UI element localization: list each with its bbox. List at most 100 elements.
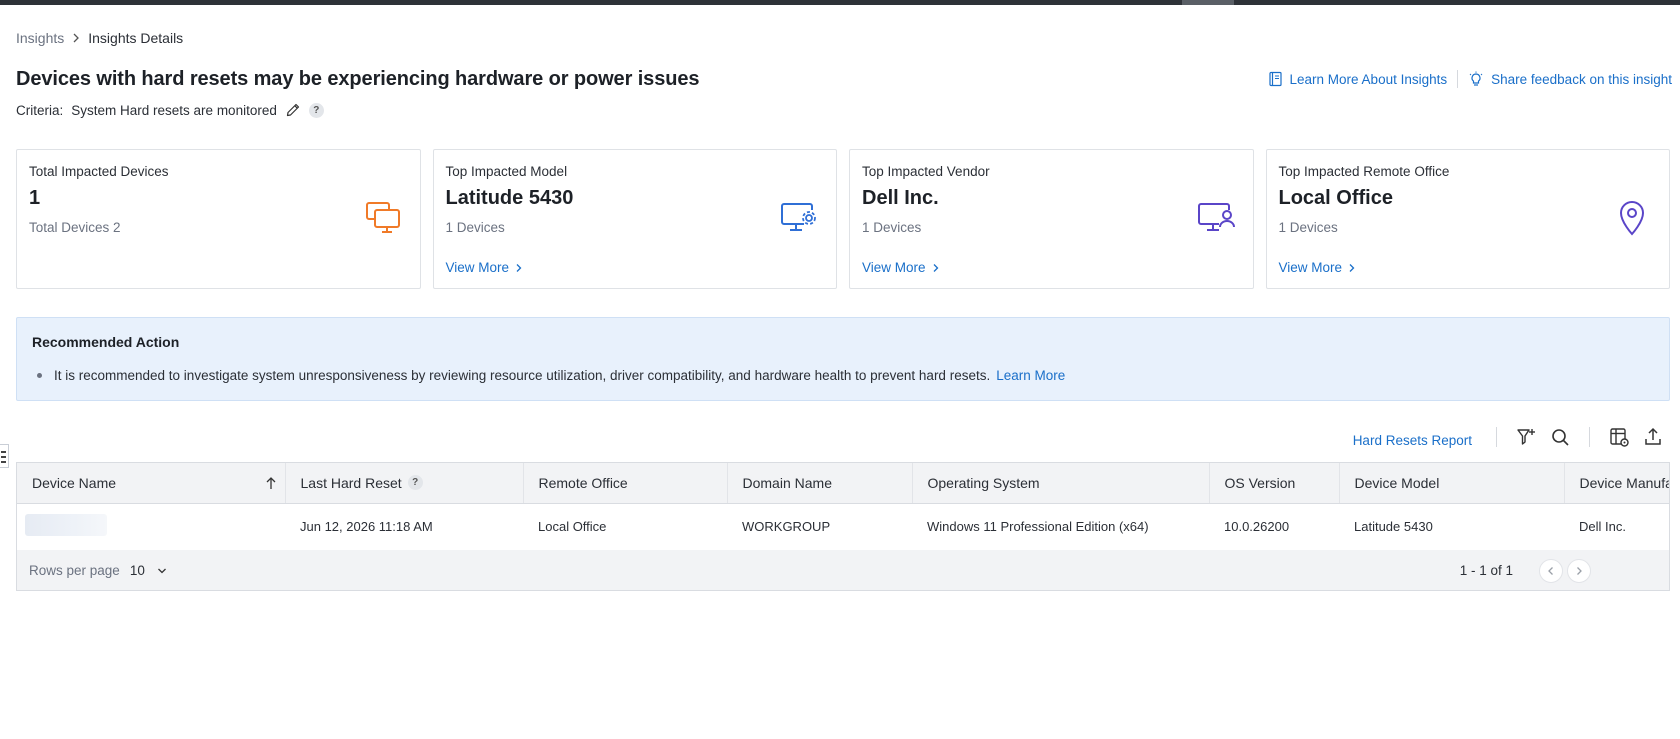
- card-value: Latitude 5430: [445, 187, 574, 209]
- filter-add-icon[interactable]: [1515, 426, 1537, 448]
- previous-page-button[interactable]: [1539, 558, 1563, 583]
- card-value: Local Office: [1278, 187, 1393, 209]
- cell-operating-system: Windows 11 Professional Edition (x64): [912, 503, 1209, 551]
- column-header-device-model[interactable]: Device Model: [1339, 463, 1565, 504]
- chevron-down-icon: [157, 568, 166, 573]
- top-bar-segment: [1182, 0, 1234, 5]
- card-total-impacted-devices: Total Impacted Devices 1 Total Devices 2: [16, 149, 421, 289]
- cell-device-manufacturer: Dell Inc.: [1564, 503, 1669, 551]
- breadcrumb: Insights Insights Details: [16, 30, 183, 46]
- cell-device-name[interactable]: [17, 503, 285, 551]
- column-settings-icon[interactable]: [1608, 426, 1630, 448]
- card-label: Top Impacted Model: [445, 164, 568, 179]
- help-icon[interactable]: ?: [308, 102, 324, 118]
- chevron-right-icon: [1349, 263, 1355, 272]
- breadcrumb-current: Insights Details: [88, 30, 184, 46]
- summary-cards: Total Impacted Devices 1 Total Devices 2…: [16, 149, 1670, 289]
- card-value: 1: [29, 187, 41, 209]
- view-more-label: View More: [445, 260, 510, 275]
- chevron-right-icon: [73, 33, 80, 43]
- redacted-device-name: [25, 514, 107, 536]
- chevron-right-icon: [933, 263, 938, 272]
- column-label: Device Name: [32, 474, 117, 491]
- help-icon[interactable]: ?: [407, 475, 423, 491]
- recommended-action-panel: Recommended Action It is recommended to …: [16, 317, 1670, 401]
- table-header-row: Device Name Last Hard Reset ? Remote Off…: [17, 463, 1669, 504]
- header-links: Learn More About Insights Share feedback…: [1268, 70, 1672, 88]
- criteria-value: System Hard resets are monitored: [71, 102, 277, 118]
- page-range: 1 - 1 of 1: [1459, 563, 1513, 578]
- cell-device-model: Latitude 5430: [1339, 503, 1564, 551]
- table-row[interactable]: Jun 12, 2026 11:18 AM Local Office WORKG…: [17, 503, 1669, 551]
- card-label: Total Impacted Devices: [29, 164, 169, 179]
- divider: [1589, 427, 1590, 447]
- multi-monitor-icon: [365, 202, 400, 233]
- learn-more-link[interactable]: Learn More: [996, 368, 1065, 383]
- monitor-gear-icon: [781, 203, 816, 231]
- top-bar: [0, 0, 1680, 5]
- share-feedback-label: Share feedback on this insight: [1491, 71, 1672, 87]
- card-label: Top Impacted Vendor: [862, 164, 990, 179]
- bullet: [37, 373, 42, 378]
- card-top-impacted-model: Top Impacted Model Latitude 5430 1 Devic…: [432, 149, 837, 289]
- rows-per-page-select[interactable]: 10: [130, 563, 167, 578]
- criteria-row: Criteria: System Hard resets are monitor…: [16, 102, 324, 118]
- rows-per-page-value: 10: [129, 563, 145, 578]
- column-header-operating-system[interactable]: Operating System: [912, 463, 1210, 504]
- search-icon[interactable]: [1549, 426, 1571, 448]
- location-pin-icon: [1619, 201, 1645, 236]
- divider: [1457, 70, 1459, 88]
- next-page-button[interactable]: [1567, 558, 1591, 583]
- chevron-right-icon: [516, 263, 522, 272]
- recommendation-text: It is recommended to investigate system …: [54, 368, 991, 383]
- sort-ascending-icon[interactable]: [265, 476, 277, 490]
- view-more-label: View More: [862, 260, 926, 275]
- edit-criteria-button[interactable]: [285, 102, 301, 118]
- export-icon[interactable]: [1642, 426, 1664, 448]
- chevron-right-icon: [1577, 566, 1582, 575]
- sidebar-toggle[interactable]: [0, 444, 9, 468]
- column-label: Last Hard Reset: [300, 474, 402, 491]
- cell-remote-office: Local Office: [523, 503, 727, 551]
- column-header-os-version[interactable]: OS Version: [1209, 463, 1340, 504]
- view-more-label: View More: [1278, 260, 1343, 275]
- devices-table: Device Name Last Hard Reset ? Remote Off…: [16, 462, 1670, 591]
- card-subtext: 1 Devices: [445, 220, 505, 235]
- criteria-label: Criteria:: [16, 102, 64, 118]
- view-more-model-link[interactable]: View More: [446, 260, 525, 275]
- breadcrumb-insights[interactable]: Insights: [16, 30, 64, 46]
- share-feedback-link[interactable]: Share feedback on this insight: [1468, 71, 1672, 87]
- rows-per-page-label: Rows per page: [29, 563, 120, 578]
- view-more-vendor-link[interactable]: View More: [862, 260, 941, 275]
- page-title: Devices with hard resets may be experien…: [16, 68, 700, 90]
- chevron-left-icon: [1548, 566, 1553, 575]
- learn-more-insights-label: Learn More About Insights: [1289, 71, 1448, 87]
- card-top-impacted-remote-office: Top Impacted Remote Office Local Office …: [1265, 149, 1670, 289]
- card-label: Top Impacted Remote Office: [1278, 164, 1450, 179]
- cell-domain-name: WORKGROUP: [727, 503, 912, 551]
- card-top-impacted-vendor: Top Impacted Vendor Dell Inc. 1 Devices …: [849, 149, 1254, 289]
- recommended-action-title: Recommended Action: [32, 334, 180, 350]
- column-header-device-name[interactable]: Device Name: [17, 463, 286, 504]
- pencil-icon: [286, 103, 299, 117]
- card-subtext: Total Devices 2: [29, 220, 121, 235]
- table-toolbar: Hard Resets Report: [1353, 424, 1670, 450]
- cell-last-hard-reset: Jun 12, 2026 11:18 AM: [285, 503, 523, 551]
- monitor-user-icon: [1197, 203, 1235, 231]
- column-header-domain-name[interactable]: Domain Name: [727, 463, 913, 504]
- card-subtext: 1 Devices: [862, 220, 922, 235]
- divider: [1496, 427, 1497, 447]
- pagination-bar: Rows per page 10 1 - 1 of 1: [17, 550, 1669, 590]
- cell-os-version: 10.0.26200: [1209, 503, 1339, 551]
- view-more-office-link[interactable]: View More: [1279, 260, 1358, 275]
- hard-resets-report-link[interactable]: Hard Resets Report: [1353, 433, 1472, 448]
- book-icon: [1268, 71, 1282, 87]
- card-subtext: 1 Devices: [1278, 220, 1338, 235]
- recommendation-item: It is recommended to investigate system …: [32, 368, 1654, 383]
- card-value: Dell Inc.: [862, 187, 939, 209]
- column-header-device-manufacturer[interactable]: Device Manufa: [1564, 463, 1669, 504]
- learn-more-insights-link[interactable]: Learn More About Insights: [1268, 71, 1448, 87]
- column-header-remote-office[interactable]: Remote Office: [523, 463, 728, 504]
- lightbulb-icon: [1469, 71, 1483, 86]
- column-header-last-hard-reset[interactable]: Last Hard Reset ?: [285, 463, 524, 504]
